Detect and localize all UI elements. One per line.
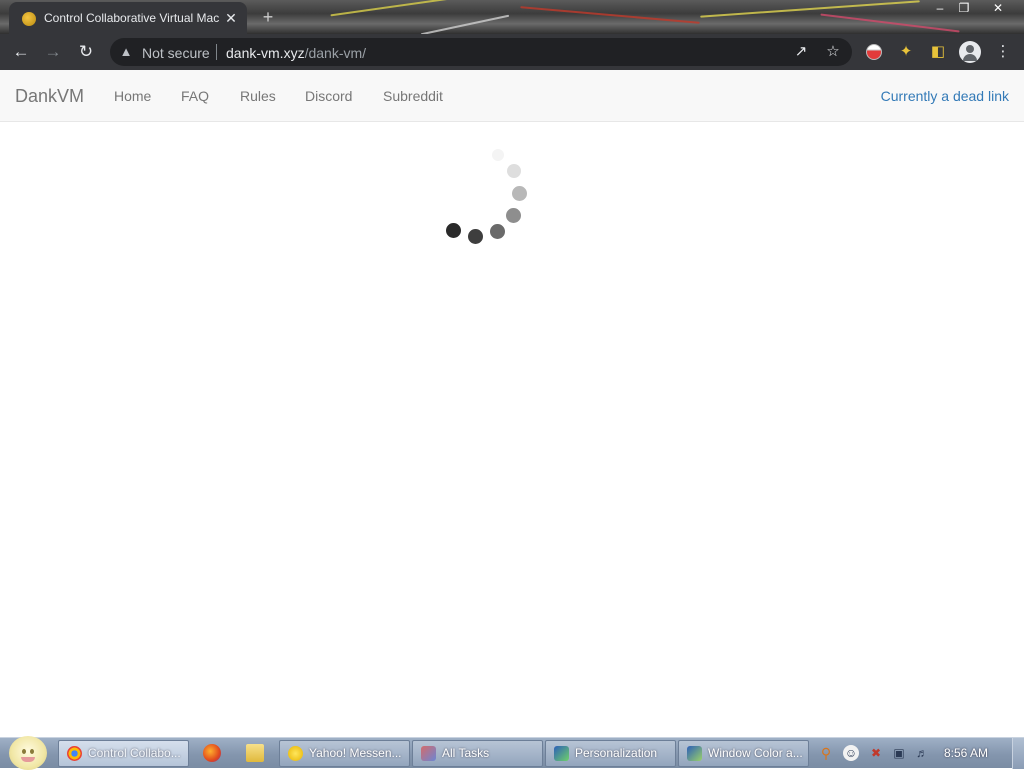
- minimize-icon[interactable]: –: [929, 0, 951, 16]
- restore-icon[interactable]: ❐: [953, 0, 975, 16]
- site-favicon-icon: [22, 12, 36, 26]
- spinner-dot: [512, 186, 527, 201]
- spinner-dot: [507, 164, 521, 178]
- dead-link[interactable]: Currently a dead link: [881, 88, 1009, 104]
- taskbar-item-personalization[interactable]: Personalization: [545, 740, 676, 767]
- browser-tab-active[interactable]: Control Collaborative Virtual Machines ✕: [9, 2, 247, 34]
- start-button[interactable]: [9, 736, 47, 770]
- start-orb-eye: [30, 749, 34, 754]
- url-path: /dank-vm/: [304, 45, 367, 61]
- wallpaper-streak: [820, 13, 960, 33]
- window-color-icon: [687, 746, 702, 761]
- extension-flag-icon[interactable]: [866, 44, 882, 60]
- taskbar-item-chrome[interactable]: Control Collabo...: [58, 740, 189, 767]
- share-icon[interactable]: ↗: [792, 43, 810, 61]
- window-close-icon[interactable]: ✕: [987, 0, 1009, 16]
- sidebar-icon[interactable]: ◧: [928, 42, 948, 62]
- omnibox-divider: [216, 44, 217, 60]
- security-status[interactable]: Not secure: [142, 45, 210, 61]
- browser-toolbar: ← → ↻ ▲ Not secure dank-vm.xyz/dank-vm/ …: [0, 34, 1024, 70]
- wallpaper-streak: [420, 14, 510, 34]
- wallpaper-streak: [330, 0, 450, 17]
- taskbar-item-yahoo-messenger[interactable]: Yahoo! Messen...: [279, 740, 410, 767]
- volume-icon[interactable]: ♬: [914, 745, 930, 761]
- personalization-icon: [554, 746, 569, 761]
- yahoo-messenger-icon: [288, 746, 303, 761]
- browser-tab-strip: Control Collaborative Virtual Machines ✕…: [0, 0, 1024, 34]
- url-host: dank-vm.xyz: [226, 45, 305, 61]
- taskbar-item-all-tasks[interactable]: All Tasks: [412, 740, 543, 767]
- search-icon[interactable]: ⚲: [818, 745, 834, 761]
- nav-link-rules[interactable]: Rules: [240, 88, 276, 104]
- chrome-icon: [67, 746, 82, 761]
- star-icon[interactable]: ☆: [824, 43, 842, 61]
- start-orb-mouth: [21, 757, 35, 762]
- network-icon[interactable]: ▣: [891, 745, 907, 761]
- clock[interactable]: 8:56 AM: [944, 746, 988, 760]
- network-error-icon[interactable]: ✖: [868, 745, 884, 761]
- folder-icon[interactable]: [246, 744, 264, 762]
- tab-title: Control Collaborative Virtual Machines: [44, 11, 220, 25]
- profile-icon[interactable]: [959, 41, 981, 63]
- control-panel-icon: [421, 746, 436, 761]
- wallpaper-streak: [520, 6, 700, 24]
- site-brand[interactable]: DankVM: [15, 86, 84, 107]
- puzzle-extensions-icon[interactable]: ✦: [896, 42, 916, 62]
- messenger-tray-icon[interactable]: ☺: [843, 745, 859, 761]
- reload-icon[interactable]: ↻: [75, 41, 97, 63]
- site-navbar: DankVM Home FAQ Rules Discord Subreddit …: [0, 70, 1024, 122]
- nav-link-discord[interactable]: Discord: [305, 88, 352, 104]
- taskbar-item-label: Yahoo! Messen...: [309, 746, 402, 760]
- wallpaper-streak: [700, 0, 920, 18]
- spinner-dot: [506, 208, 521, 223]
- show-desktop-button[interactable]: [1012, 738, 1024, 769]
- spinner-dot: [490, 224, 505, 239]
- taskbar-item-label: Personalization: [575, 746, 658, 760]
- firefox-icon[interactable]: [203, 744, 221, 762]
- forward-icon[interactable]: →: [42, 41, 64, 63]
- taskbar-item-label: All Tasks: [442, 746, 490, 760]
- nav-link-subreddit[interactable]: Subreddit: [383, 88, 443, 104]
- taskbar-item-window-color[interactable]: Window Color a...: [678, 740, 809, 767]
- menu-kebab-icon[interactable]: ⋮: [993, 42, 1013, 62]
- url-text[interactable]: dank-vm.xyz/dank-vm/: [226, 45, 366, 61]
- taskbar-item-label: Control Collabo...: [88, 746, 181, 760]
- taskbar-item-label: Window Color a...: [708, 746, 803, 760]
- nav-link-home[interactable]: Home: [114, 88, 151, 104]
- spinner-dot: [468, 229, 483, 244]
- address-bar[interactable]: ▲ Not secure dank-vm.xyz/dank-vm/ ↗ ☆: [110, 38, 852, 66]
- back-icon[interactable]: ←: [10, 41, 32, 63]
- taskbar: Control Collabo... Yahoo! Messen... All …: [0, 736, 1024, 770]
- warning-icon[interactable]: ▲: [118, 44, 134, 60]
- new-tab-button[interactable]: +: [258, 7, 278, 27]
- tab-close-icon[interactable]: ✕: [223, 10, 239, 26]
- spinner-dot: [446, 223, 461, 238]
- spinner-dot: [492, 149, 504, 161]
- start-orb-eye: [22, 749, 26, 754]
- nav-link-faq[interactable]: FAQ: [181, 88, 209, 104]
